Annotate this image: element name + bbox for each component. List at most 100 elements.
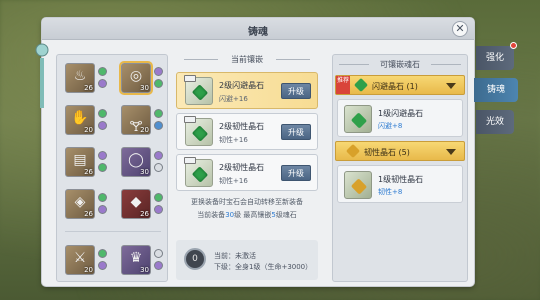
gem-stat: 闪避+8 <box>378 122 403 130</box>
upgrade-button[interactable]: 升级 <box>281 83 311 99</box>
equipment-level: 20 <box>140 126 149 134</box>
soul-next-level: 下级：全身1级（生命+3000） <box>214 263 313 271</box>
gem-socket-icon <box>154 193 163 202</box>
transfer-note: 更换装备时宝石会自动转移至新装备 <box>191 198 303 206</box>
gem-socket-icon <box>154 249 163 258</box>
equipment-icon: ✋ <box>71 110 89 126</box>
equipment-slot[interactable]: ⚔ 20 <box>65 245 95 275</box>
equipment-icon: ◯ <box>128 152 144 168</box>
equipment-slot[interactable]: ✋ 20 <box>65 105 95 135</box>
equipment-icon: ▤ <box>73 152 87 168</box>
toughness-gem-icon <box>345 143 361 159</box>
category-toughness-gem[interactable]: 韧性晶石 (5) <box>335 141 465 161</box>
equipment-level: 20 <box>84 126 93 134</box>
title-bar: 铸魂 ✕ <box>42 18 474 40</box>
equipment-slot[interactable]: ◈ 26 <box>65 189 95 219</box>
equipment-icon: ◆ <box>130 194 142 210</box>
dodge-gem-icon <box>353 77 369 93</box>
gem-stat: 韧性+8 <box>378 188 403 196</box>
current-inlay-header: 当前镶嵌 <box>176 54 318 66</box>
soul-level-ring: 0 <box>184 248 206 270</box>
slot-gem-stat: 闪避+16 <box>219 95 248 103</box>
gem-socket-icon <box>154 109 163 118</box>
slot-gem-name: 2级韧性晶石 <box>219 122 265 131</box>
gem-icon <box>344 171 372 199</box>
gem-icon <box>344 105 372 133</box>
inlay-slot-1[interactable]: 2级闪避晶石 闪避+16 升级 <box>176 72 318 109</box>
slot-gem-name: 2级闪避晶石 <box>219 81 265 90</box>
equipment-icon: 🝖 <box>129 119 143 135</box>
soul-current-status: 当前：未激活 <box>214 252 256 260</box>
slot-gem-stat: 韧性+16 <box>219 177 248 185</box>
gem-socket-icon <box>98 193 107 202</box>
available-gems-section: 可镶嵌魂石 推荐 闪避晶石 (1) 1级闪避晶石 闪避+8 韧性晶石 (5) 1… <box>332 54 468 282</box>
upgrade-button[interactable]: 升级 <box>281 124 311 140</box>
category-dodge-gem[interactable]: 推荐 闪避晶石 (1) <box>335 75 465 95</box>
equipment-slot[interactable]: ♨ 26 <box>65 63 95 93</box>
equipment-icon: ◎ <box>129 68 143 84</box>
slot-gem-stat: 韧性+16 <box>219 136 248 144</box>
slot-gem-name: 2级韧性晶石 <box>219 163 265 172</box>
inlay-slot-2[interactable]: 2级韧性晶石 韧性+16 升级 <box>176 113 318 150</box>
equip-level-note: 当前装备30级 最高镶嵌5级魂石 <box>197 211 297 219</box>
gem-socket-icon <box>154 205 163 214</box>
equipment-level: 30 <box>140 266 149 274</box>
collapse-arrow-icon[interactable] <box>446 83 456 89</box>
gem-name: 1级韧性晶石 <box>378 175 424 184</box>
equipment-icon: ♨ <box>73 68 87 84</box>
equipment-slot[interactable]: ◆ 26 <box>121 189 151 219</box>
close-button[interactable]: ✕ <box>452 21 468 37</box>
gem-slot-icon <box>184 116 213 146</box>
gem-socket-icon <box>154 163 163 172</box>
gem-socket-icon <box>98 249 107 258</box>
soul-forge-panel: 铸魂 ✕ ♨ 26 ◎ 30 ✋ 20 🝖 20 ▤ 26 ◯ 30 ◈ 26 ◆ 26 ⚔ 20 ♛ 30 当前镶嵌… <box>35 18 474 286</box>
equipment-level: 26 <box>140 210 149 218</box>
gem-socket-icon <box>98 79 107 88</box>
gem-item-dodge-1[interactable]: 1级闪避晶石 闪避+8 <box>337 99 463 137</box>
equipment-level: 26 <box>84 84 93 92</box>
gem-socket-icon <box>154 79 163 88</box>
collapse-arrow-icon[interactable] <box>446 149 456 155</box>
inlay-slot-3[interactable]: 2级韧性晶石 韧性+16 升级 <box>176 154 318 191</box>
equipment-level: 20 <box>84 266 93 274</box>
equipment-slot[interactable]: ♛ 30 <box>121 245 151 275</box>
equipment-divider <box>65 231 161 232</box>
equipment-level: 30 <box>140 168 149 176</box>
equipment-list: ♨ 26 ◎ 30 ✋ 20 🝖 20 ▤ 26 ◯ 30 ◈ 26 ◆ 26 ⚔ 20 ♛ 30 <box>56 54 168 282</box>
equipment-slot[interactable]: ▤ 26 <box>65 147 95 177</box>
gem-socket-icon <box>154 261 163 270</box>
gem-slot-icon <box>184 157 213 187</box>
gem-socket-icon <box>98 163 107 172</box>
gem-socket-icon <box>98 67 107 76</box>
equipment-icon: ⚔ <box>73 250 87 266</box>
upgrade-button[interactable]: 升级 <box>281 165 311 181</box>
pendant-ornament-icon <box>35 43 49 108</box>
equipment-slot[interactable]: 🝖 20 <box>121 105 151 135</box>
tab-light-effect[interactable]: 光效 <box>476 110 514 134</box>
gem-socket-icon <box>98 109 107 118</box>
equipment-icon: ◈ <box>74 194 86 210</box>
gem-socket-icon <box>98 121 107 130</box>
gem-socket-icon <box>154 121 163 130</box>
gem-socket-icon <box>154 67 163 76</box>
gem-socket-icon <box>98 261 107 270</box>
equipment-level: 26 <box>84 210 93 218</box>
tab-soul-forge[interactable]: 铸魂 <box>474 78 518 102</box>
notification-dot <box>510 42 517 49</box>
gem-socket-icon <box>98 205 107 214</box>
gem-socket-icon <box>154 151 163 160</box>
equipment-slot[interactable]: ◯ 30 <box>121 147 151 177</box>
soul-bonus-box: 0 当前：未激活 下级：全身1级（生命+3000） <box>176 240 318 280</box>
equipment-level: 26 <box>84 168 93 176</box>
recommend-badge: 推荐 <box>336 76 350 94</box>
gem-socket-icon <box>98 151 107 160</box>
tab-enhance[interactable]: 强化 <box>476 46 514 70</box>
gem-slot-icon <box>184 75 213 105</box>
category-label: 韧性晶石 (5) <box>364 148 410 157</box>
window-title: 铸魂 <box>248 27 268 38</box>
equipment-slot[interactable]: ◎ 30 <box>119 61 153 95</box>
available-gems-header: 可镶嵌魂石 <box>333 59 467 71</box>
equipment-icon: ♛ <box>129 250 143 266</box>
gem-item-toughness-1[interactable]: 1级韧性晶石 韧性+8 <box>337 165 463 203</box>
category-label: 闪避晶石 (1) <box>372 82 418 91</box>
